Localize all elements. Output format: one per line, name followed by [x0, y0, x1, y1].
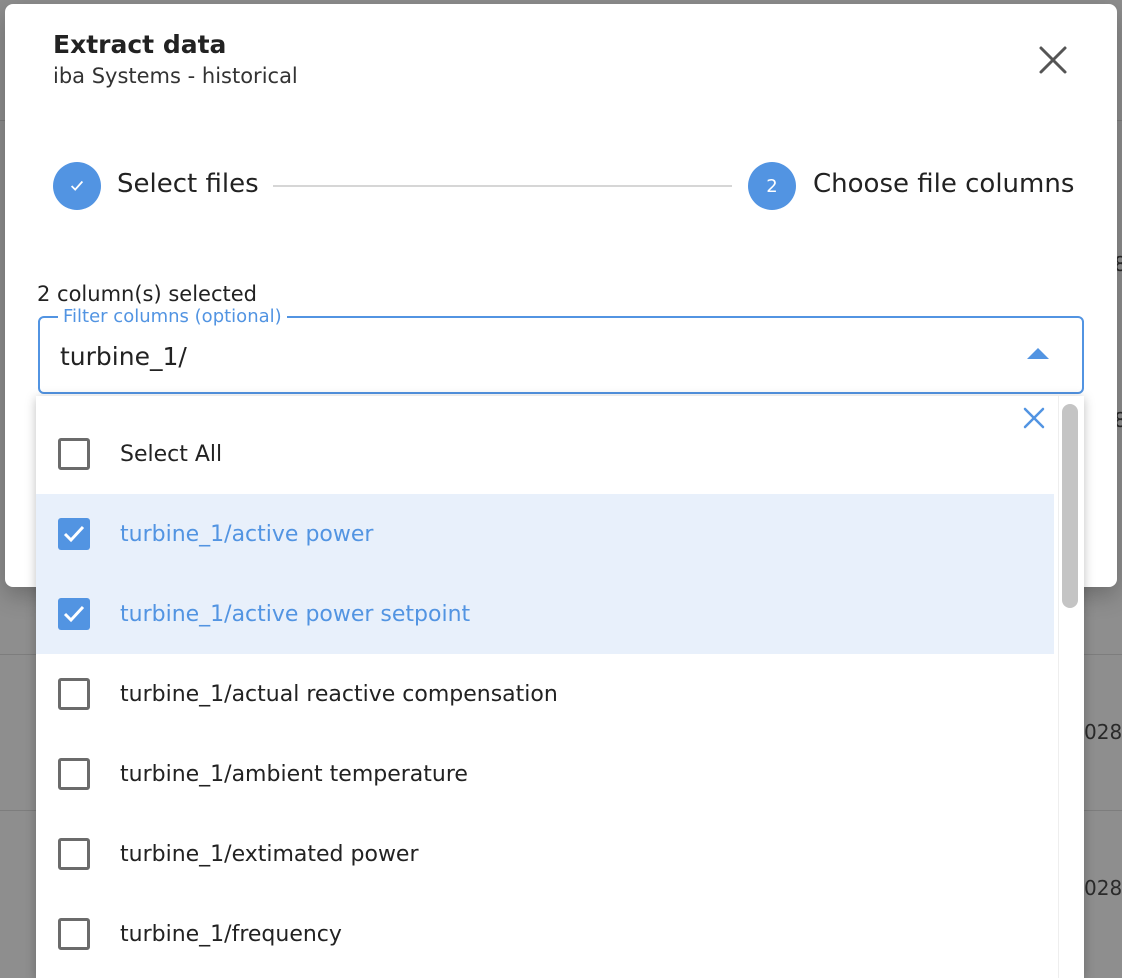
- column-option[interactable]: turbine_1/ambient temperature: [36, 734, 1054, 814]
- column-option[interactable]: turbine_1/actual reactive compensation: [36, 654, 1054, 734]
- option-label: turbine_1/ambient temperature: [120, 761, 468, 787]
- checkbox-checked[interactable]: [58, 518, 90, 550]
- scrollbar-thumb[interactable]: [1062, 404, 1078, 608]
- column-option[interactable]: turbine_1/extimated power: [36, 814, 1054, 894]
- checkbox-checked[interactable]: [58, 598, 90, 630]
- step-connector: [273, 185, 732, 187]
- check-icon: [70, 180, 84, 191]
- check-icon: [63, 605, 85, 623]
- selected-columns-count: 2 column(s) selected: [37, 282, 257, 306]
- checkbox[interactable]: [58, 678, 90, 710]
- caret-up-icon[interactable]: [1027, 348, 1049, 359]
- column-option[interactable]: turbine_1/active power setpoint: [36, 574, 1054, 654]
- close-button[interactable]: [1033, 40, 1073, 80]
- background-cell-text: 0288: [1084, 876, 1122, 900]
- dialog-subtitle: iba Systems - historical: [53, 64, 298, 88]
- checkbox[interactable]: [58, 918, 90, 950]
- background-cell-text: 0288: [1084, 720, 1122, 744]
- column-option[interactable]: turbine_1/active power: [36, 494, 1054, 574]
- filter-columns-label: Filter columns (optional): [58, 306, 287, 327]
- filter-columns-input[interactable]: [60, 336, 960, 376]
- dialog-title: Extract data: [53, 30, 227, 59]
- checkbox[interactable]: [58, 438, 90, 470]
- option-label: turbine_1/active power setpoint: [120, 601, 471, 627]
- option-label: Select All: [120, 441, 223, 467]
- column-option[interactable]: turbine_1/frequency: [36, 894, 1054, 974]
- filter-columns-field[interactable]: Filter columns (optional): [38, 306, 1084, 394]
- option-label: turbine_1/extimated power: [120, 841, 419, 867]
- columns-dropdown: Select All turbine_1/active power turbine_…: [36, 396, 1084, 978]
- select-all-option[interactable]: Select All: [36, 414, 1054, 494]
- option-label: turbine_1/frequency: [120, 921, 342, 947]
- option-label: turbine_1/actual reactive compensation: [120, 681, 558, 707]
- check-icon: [63, 525, 85, 543]
- option-label: turbine_1/active power: [120, 521, 374, 547]
- close-icon: [1039, 46, 1067, 74]
- step-2-label: Choose file columns: [813, 169, 1075, 199]
- checkbox[interactable]: [58, 758, 90, 790]
- step-2-indicator: 2: [748, 162, 796, 210]
- checkbox[interactable]: [58, 838, 90, 870]
- step-1-indicator: [53, 162, 101, 210]
- step-1-label: Select files: [117, 169, 259, 199]
